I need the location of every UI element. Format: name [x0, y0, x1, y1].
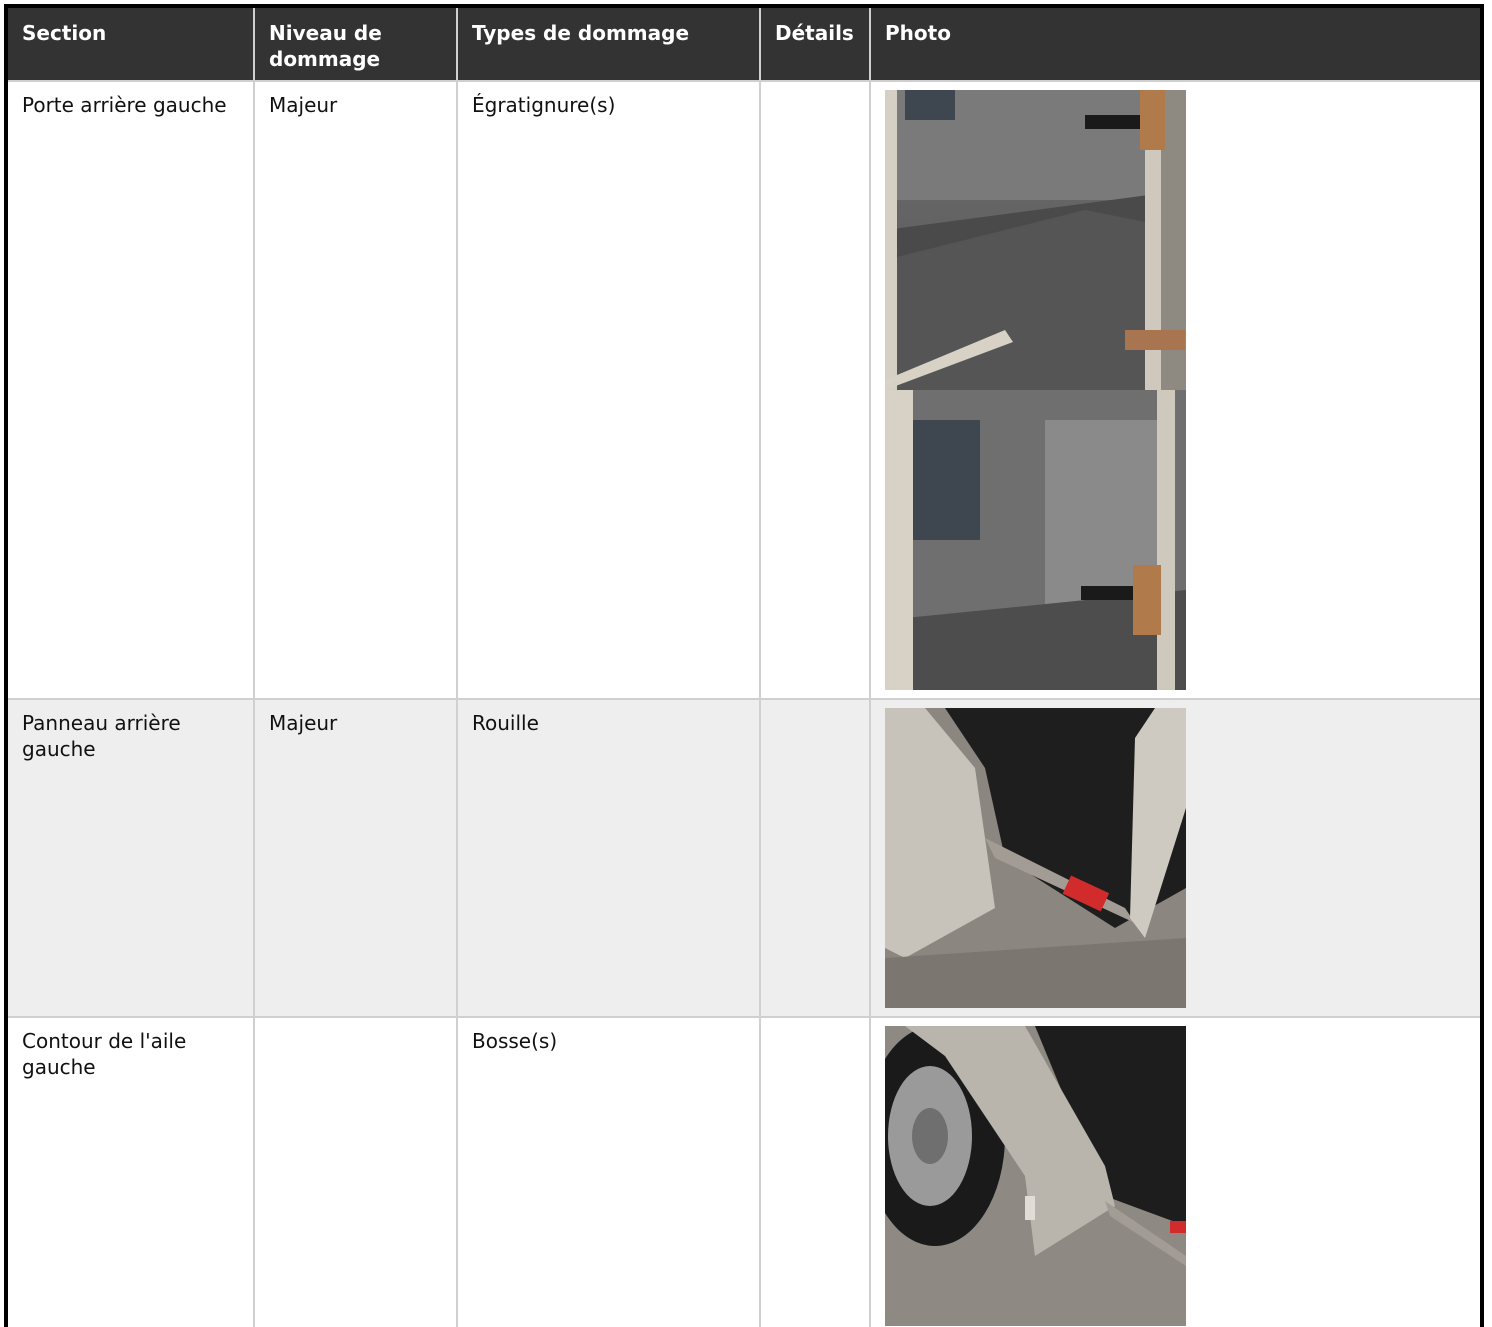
cell-details — [760, 699, 871, 1018]
table-row: Porte arrière gauche Majeur Égratignure(… — [8, 81, 1480, 700]
cell-types: Égratignure(s) — [457, 81, 761, 700]
damage-table: Section Niveau de dommage Types de domma… — [8, 8, 1480, 1327]
cell-photo — [870, 699, 1480, 1018]
cell-types: Bosse(s) — [457, 1017, 761, 1327]
cell-level — [254, 1017, 458, 1327]
cell-photo — [870, 81, 1480, 700]
damage-report-frame: Section Niveau de dommage Types de domma… — [4, 4, 1484, 1327]
rear-panel-rust-photo[interactable] — [885, 708, 1186, 1008]
header-details: Détails — [760, 8, 871, 82]
cell-photo — [870, 1017, 1480, 1327]
header-photo: Photo — [870, 8, 1480, 82]
table-row: Panneau arrière gauche Majeur Rouille — [8, 699, 1480, 1018]
trailer-interior-wall-photo[interactable] — [885, 390, 1186, 690]
cell-details — [760, 1017, 871, 1327]
trailer-interior-door-photo[interactable] — [885, 90, 1186, 390]
table-header-row: Section Niveau de dommage Types de domma… — [8, 8, 1480, 82]
cell-section: Panneau arrière gauche — [8, 699, 255, 1018]
header-section: Section — [8, 8, 255, 82]
header-types: Types de dommage — [457, 8, 761, 82]
cell-details — [760, 81, 871, 700]
fender-dent-photo[interactable] — [885, 1026, 1186, 1326]
cell-level: Majeur — [254, 81, 458, 700]
cell-level: Majeur — [254, 699, 458, 1018]
header-level: Niveau de dommage — [254, 8, 458, 82]
cell-types: Rouille — [457, 699, 761, 1018]
table-row: Contour de l'aile gauche Bosse(s) — [8, 1017, 1480, 1327]
cell-section: Porte arrière gauche — [8, 81, 255, 700]
cell-section: Contour de l'aile gauche — [8, 1017, 255, 1327]
